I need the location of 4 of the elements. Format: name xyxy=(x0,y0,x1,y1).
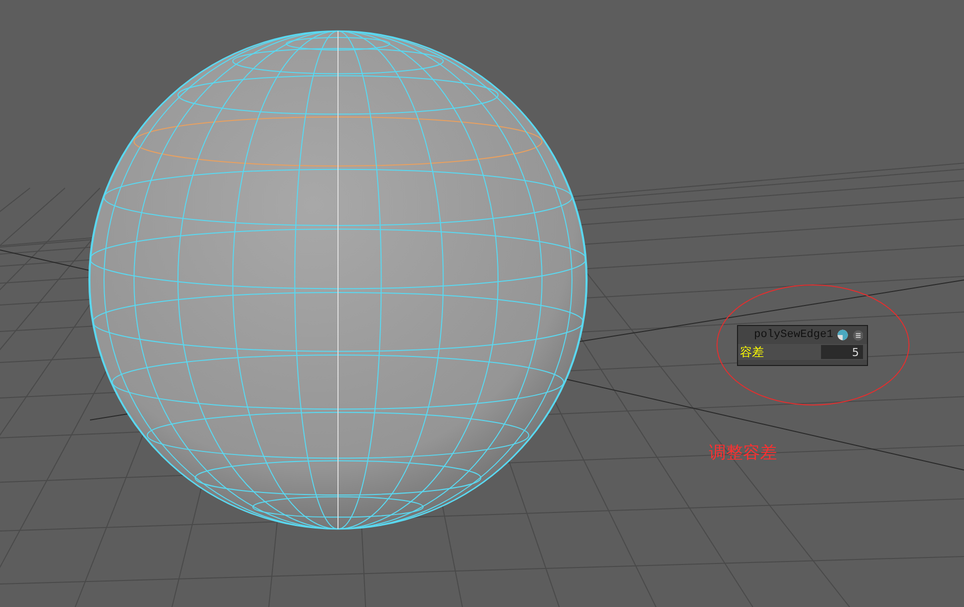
menu-icon[interactable] xyxy=(852,330,863,340)
annotation-text: 调整容差 xyxy=(709,442,777,464)
attribute-label: 容差 xyxy=(740,344,765,360)
value-field[interactable]: 5 xyxy=(821,345,863,359)
